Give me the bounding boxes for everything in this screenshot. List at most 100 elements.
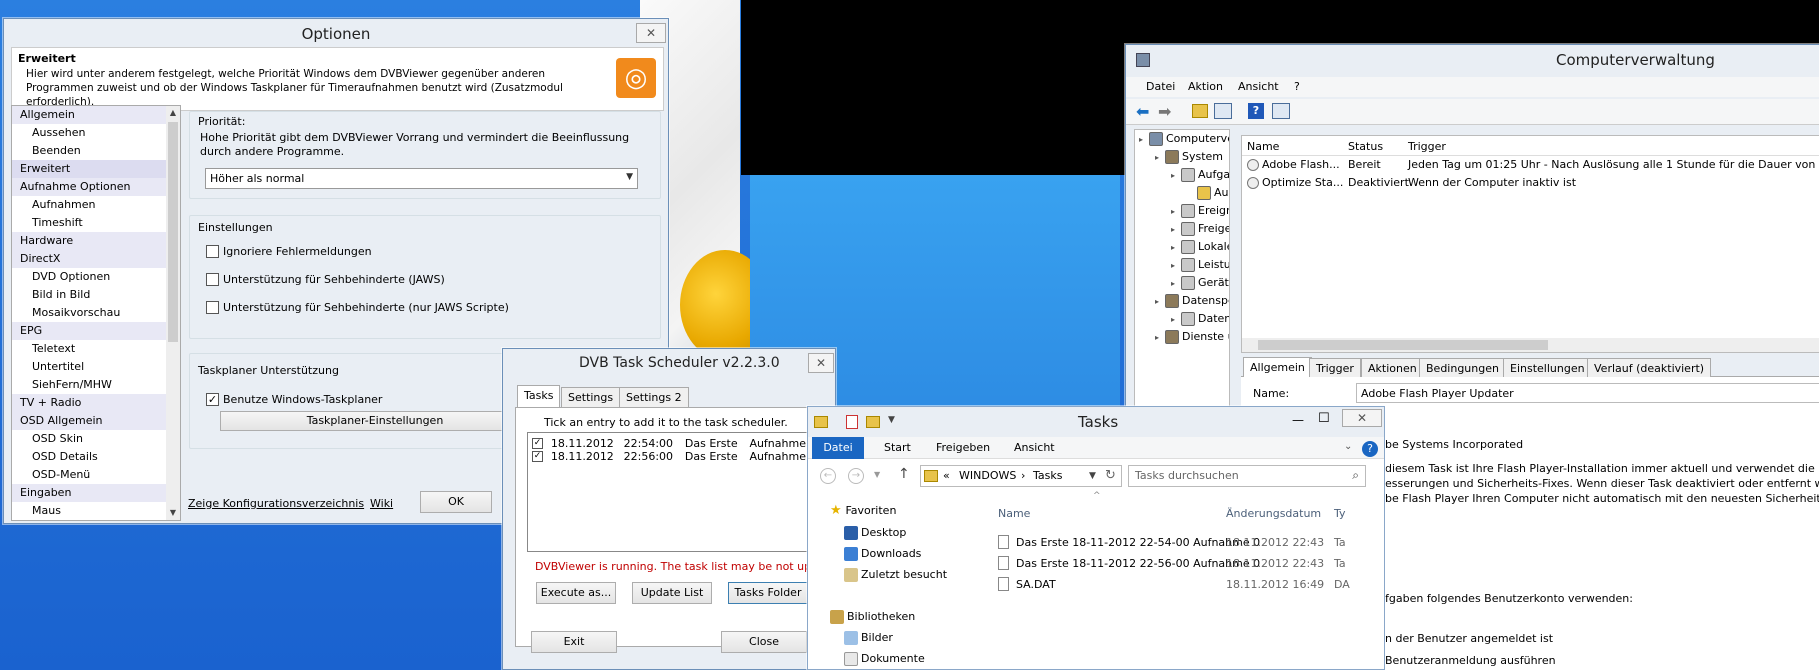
checkbox-box[interactable] xyxy=(206,301,219,314)
col-name[interactable]: Name xyxy=(998,507,1030,520)
col-name[interactable]: Name xyxy=(1247,140,1279,153)
chevron-down-icon[interactable]: ▼ xyxy=(1089,471,1096,481)
tree-item[interactable]: Au xyxy=(1135,184,1229,202)
tab-einstellungen[interactable]: Einstellungen xyxy=(1503,358,1592,377)
jaws-checkbox[interactable]: Unterstützung für Sehbehinderte (JAWS) xyxy=(206,272,445,286)
tab-bedingungen[interactable]: Bedingungen xyxy=(1419,358,1506,377)
tree-item[interactable]: ▸ Dienste ur xyxy=(1135,328,1229,346)
ribbon-tab-datei[interactable]: Datei xyxy=(812,437,864,459)
scroll-thumb[interactable] xyxy=(1258,340,1548,350)
tree-item[interactable]: ▸ Geräte xyxy=(1135,274,1229,292)
nav-item[interactable]: SiehFern/MHW xyxy=(12,376,180,394)
path-separator[interactable]: › xyxy=(1021,469,1025,482)
nav-item[interactable]: Beenden xyxy=(12,142,180,160)
tree-item[interactable]: ▸ Computerverv xyxy=(1135,130,1229,148)
nav-item[interactable]: Aufnahme Optionen xyxy=(12,178,180,196)
table-row[interactable]: Adobe Flash... Bereit Jeden Tag um 01:25… xyxy=(1242,156,1819,174)
list-item[interactable]: ✓ 18.11.2012 22:54:00 Das Erste Aufnahme… xyxy=(532,436,816,450)
nav-item[interactable]: TV + Radio xyxy=(12,394,180,412)
col-status[interactable]: Status xyxy=(1348,140,1383,153)
minimize-button[interactable]: — xyxy=(1292,413,1304,427)
scheduler-close-button[interactable]: ✕ xyxy=(808,353,834,373)
list-item[interactable]: ✓ 18.11.2012 22:56:00 Das Erste Aufnahme… xyxy=(532,449,816,463)
nav-item[interactable]: Erweitert xyxy=(12,160,180,178)
col-type[interactable]: Ty xyxy=(1334,507,1346,520)
nav-item-recent[interactable]: Zuletzt besucht xyxy=(844,567,947,582)
chevron-down-icon[interactable]: ▼ xyxy=(888,415,895,425)
up-icon[interactable]: ↑ xyxy=(898,466,910,482)
execute-as-button[interactable]: Execute as... xyxy=(536,582,616,604)
nav-item-bilder[interactable]: Bilder xyxy=(844,630,893,645)
checkbox-box[interactable]: ✓ xyxy=(532,438,543,449)
tree-item[interactable]: ▸ System xyxy=(1135,148,1229,166)
run-option[interactable]: Benutzeranmeldung ausführen xyxy=(1385,654,1556,667)
scroll-thumb[interactable] xyxy=(168,122,178,342)
name-field[interactable]: Adobe Flash Player Updater xyxy=(1356,383,1819,403)
nav-item[interactable]: DirectX xyxy=(12,250,180,268)
ribbon-tab-ansicht[interactable]: Ansicht xyxy=(1014,438,1055,458)
nav-item[interactable]: Mosaikvorschau xyxy=(12,304,180,322)
tree-item[interactable]: ▸ Freige xyxy=(1135,220,1229,238)
nav-scrollbar[interactable]: ▲ ▼ xyxy=(166,106,180,520)
priority-select[interactable]: Höher als normal ▼ xyxy=(205,168,638,189)
menu-help[interactable]: ? xyxy=(1294,80,1300,93)
tree-expand-icon[interactable]: ▸ xyxy=(1155,149,1165,167)
tree-expand-icon[interactable]: ▸ xyxy=(1171,167,1181,185)
checkbox-box[interactable] xyxy=(206,273,219,286)
scroll-down-icon[interactable]: ▼ xyxy=(166,506,180,520)
refresh-icon[interactable]: ↻ xyxy=(1105,468,1116,483)
tree-item[interactable]: ▸ Ereign xyxy=(1135,202,1229,220)
nav-item[interactable]: Allgemein xyxy=(12,106,180,124)
wiki-link[interactable]: Wiki xyxy=(370,497,393,510)
tree-expand-icon[interactable]: ▸ xyxy=(1155,293,1165,311)
compmgmt-titlebar[interactable]: Computerverwaltung xyxy=(1126,45,1819,75)
nav-favorites[interactable]: ★ Favoriten xyxy=(830,503,896,518)
explorer-titlebar[interactable]: ▼ Tasks — ☐ ✕ xyxy=(808,407,1384,437)
tab-tasks[interactable]: Tasks xyxy=(517,385,561,407)
nav-item[interactable]: DVD Optionen xyxy=(12,268,180,286)
panel-icon[interactable] xyxy=(1272,103,1290,119)
optionen-titlebar[interactable]: Optionen ✕ xyxy=(4,19,668,49)
tree-item[interactable]: ▸ Datent xyxy=(1135,310,1229,328)
table-row[interactable]: SA.DAT 18.11.2012 16:49 DA xyxy=(998,576,1384,594)
nav-item[interactable]: Teletext xyxy=(12,340,180,358)
nav-item[interactable]: Hardware xyxy=(12,232,180,250)
col-trigger[interactable]: Trigger xyxy=(1408,140,1446,153)
table-row[interactable]: Das Erste 18-11-2012 22-56-00 Aufnahme 0… xyxy=(998,555,1384,573)
table-row[interactable]: Das Erste 18-11-2012 22-54-00 Aufnahme 0… xyxy=(998,534,1384,552)
nav-item[interactable]: Maus xyxy=(12,502,180,520)
nav-item-dokumente[interactable]: Dokumente xyxy=(844,651,925,666)
nav-item-desktop[interactable]: Desktop xyxy=(844,525,906,540)
tree-expand-icon[interactable]: ▸ xyxy=(1155,329,1165,347)
nav-item[interactable]: Aufnahmen xyxy=(12,196,180,214)
nav-item[interactable]: EPG xyxy=(12,322,180,340)
scroll-up-icon[interactable]: ▲ xyxy=(166,106,180,120)
tab-settings[interactable]: Settings xyxy=(561,387,621,407)
nav-item[interactable]: Eingaben xyxy=(12,484,180,502)
tree-item[interactable]: ▸ Leistur xyxy=(1135,256,1229,274)
address-field[interactable]: « WINDOWS › Tasks ▼ ↻ xyxy=(920,465,1122,487)
ribbon-tab-start[interactable]: Start xyxy=(884,438,911,458)
checkbox-box[interactable]: ✓ xyxy=(206,393,219,406)
back-icon[interactable]: ⬅ xyxy=(1136,104,1149,120)
maximize-button[interactable]: ☐ xyxy=(1318,411,1330,426)
use-taskplaner-checkbox[interactable]: ✓ Benutze Windows-Taskplaner xyxy=(206,392,382,406)
tree-item[interactable]: ▸ Datenspei xyxy=(1135,292,1229,310)
tree-expand-icon[interactable]: ▸ xyxy=(1171,257,1181,275)
checkbox-box[interactable]: ✓ xyxy=(532,451,543,462)
ok-button[interactable]: OK xyxy=(420,491,492,513)
run-option[interactable]: n der Benutzer angemeldet ist xyxy=(1385,632,1553,645)
tree-expand-icon[interactable]: ▸ xyxy=(1171,239,1181,257)
tab-aktionen[interactable]: Aktionen xyxy=(1361,358,1424,377)
path-overflow[interactable]: « xyxy=(943,469,950,482)
taskplaner-settings-button[interactable]: Taskplaner-Einstellungen xyxy=(220,411,530,431)
help-icon[interactable]: ? xyxy=(1248,103,1264,119)
jaws-scripts-checkbox[interactable]: Unterstützung für Sehbehinderte (nur JAW… xyxy=(206,300,509,314)
checkbox-box[interactable] xyxy=(206,245,219,258)
optionen-close-button[interactable]: ✕ xyxy=(636,23,666,43)
menu-ansicht[interactable]: Ansicht xyxy=(1238,80,1279,93)
menu-datei[interactable]: Datei xyxy=(1146,80,1175,93)
nav-item[interactable]: Untertitel xyxy=(12,358,180,376)
search-icon[interactable]: ⌕ xyxy=(1352,468,1359,483)
recent-chevron-icon[interactable]: ▼ xyxy=(874,470,880,479)
